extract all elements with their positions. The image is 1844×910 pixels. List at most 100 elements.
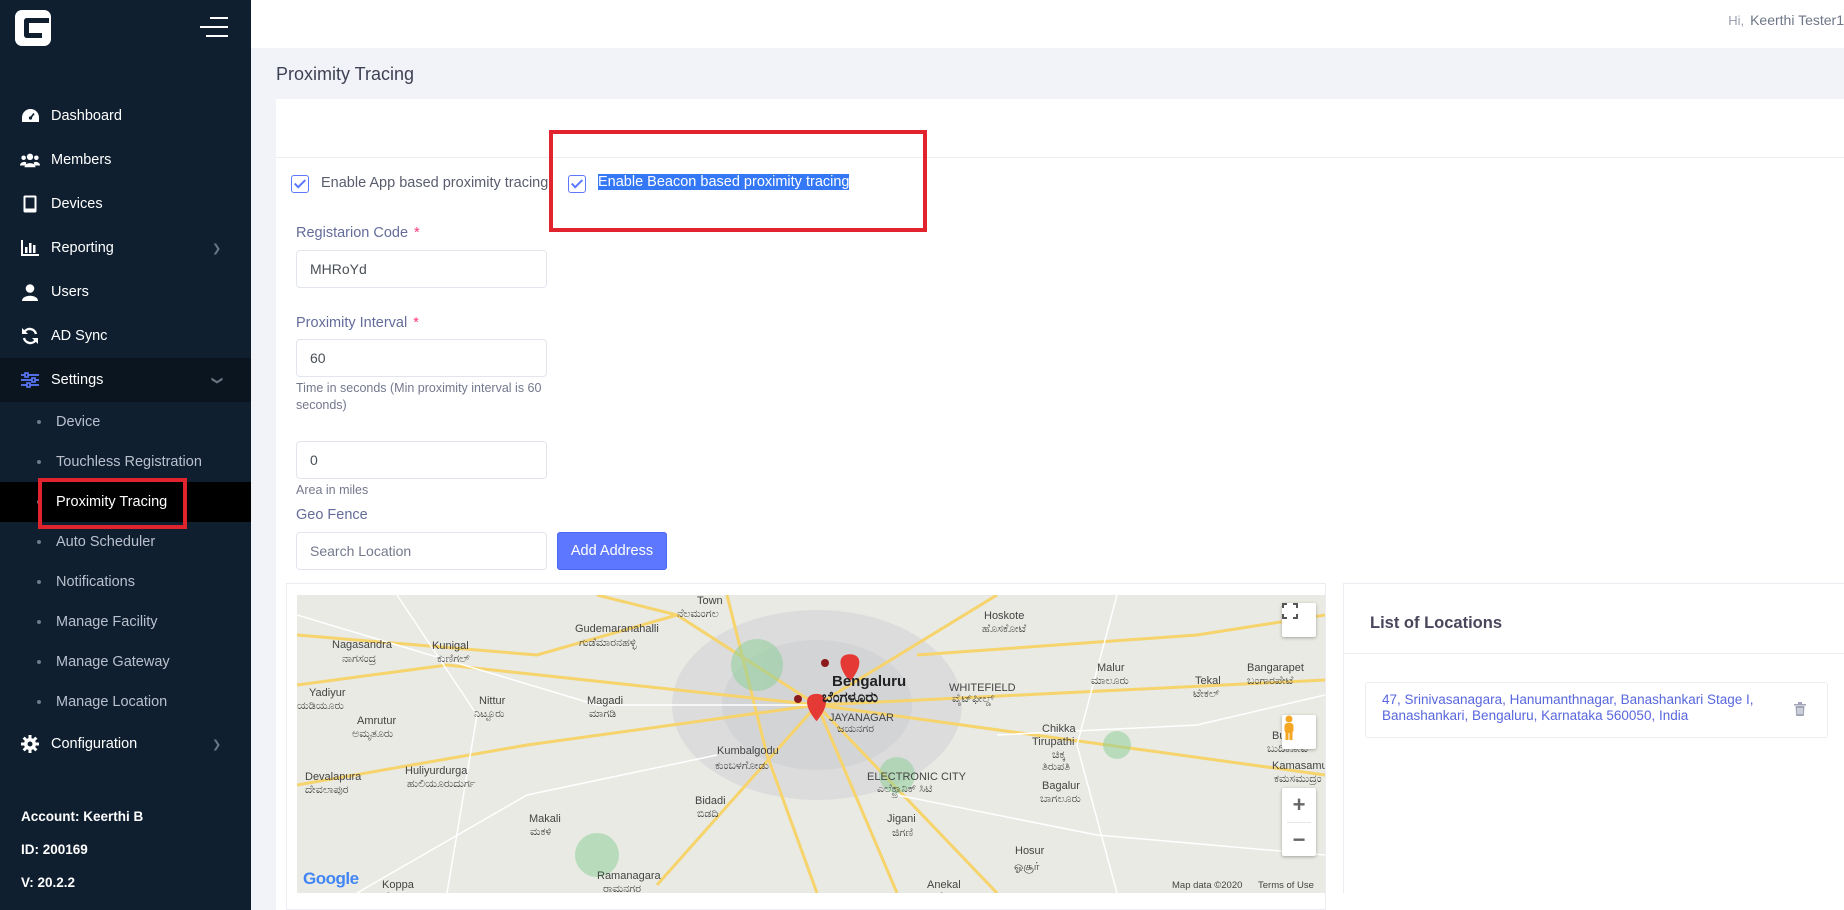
app-version: V: 20.2.2 — [21, 875, 76, 890]
page-title: Proximity Tracing — [276, 64, 415, 84]
user-name: Keerthi Tester1 — [1750, 12, 1844, 28]
sidebar-item-label: Members — [51, 152, 112, 168]
sidebar-item-devices[interactable]: Devices — [0, 182, 251, 226]
app-logo[interactable] — [15, 10, 51, 46]
app-tracing-label[interactable]: Enable App based proximity tracing — [321, 175, 548, 191]
chevron-down-icon: ❯ — [211, 375, 224, 385]
map-place-label: ನಾಗಸಂದ್ರ — [342, 653, 377, 665]
map-place-label: ದೇವಲಾಪುರ — [305, 784, 349, 796]
proximity-interval-label: Proximity Interval * — [296, 315, 419, 331]
registration-code-input[interactable]: MHRoYd — [296, 250, 547, 288]
user-greeting[interactable]: Hi, Keerthi Tester1 — [1728, 12, 1844, 28]
location-address: 47, Srinivasanagara, Hanumanthnagar, Ban… — [1382, 692, 1754, 723]
sidebar-item-members[interactable]: Members — [0, 138, 251, 182]
map-place-label: Devalapura — [305, 771, 362, 783]
map-place-label: ಕುಂಬಳಗೋಡು — [715, 760, 769, 772]
map-place-label: Kamasamudram — [1272, 760, 1325, 772]
map-place-label: Bidadi — [695, 795, 726, 807]
bullet-icon — [37, 580, 41, 584]
map-place-label: ಅಮೃತೂರು — [352, 728, 394, 740]
map-place-label: ನೆಲಮಂಗಲ — [677, 608, 719, 620]
map-place-label: ಗುಡೆಮಾರನಹಳ್ಳಿ — [579, 637, 637, 649]
users-group-icon — [20, 150, 40, 170]
map-place-label: ಯಡಿಯೂರು — [297, 700, 344, 712]
dashboard-icon — [20, 106, 40, 126]
map-place-label: Bangarapet — [1247, 662, 1304, 674]
map-terms-link[interactable]: Terms of Use — [1258, 880, 1314, 891]
sidebar-item-settings[interactable]: Settings ❯ — [0, 358, 251, 402]
search-location-input[interactable]: Search Location — [296, 532, 547, 570]
street-view-icon[interactable] — [1282, 715, 1316, 749]
google-logo: Google — [303, 869, 359, 889]
geo-fence-map[interactable]: Town ನೆಲಮಂಗಲ Gudemaranahalli ಗುಡೆಮಾರನಹಳ್ಳಿ N… — [297, 595, 1325, 893]
sidebar-item-reporting[interactable]: Reporting ❯ — [0, 226, 251, 270]
map-place-label: ಎಲೆಕ್ಟ್ರಾನಿಕ್ ಸಿಟಿ — [877, 783, 933, 795]
map-place-label: ಕೊಪ್ಪ — [384, 891, 404, 893]
map-place-label: Makali — [529, 813, 561, 825]
geo-fence-label: Geo Fence — [296, 507, 368, 523]
map-place-label: Ramanagara — [597, 870, 661, 882]
greeting-text: Hi, — [1728, 13, 1745, 28]
map-place-label: ಕಮಸಮುದ್ರಂ — [1274, 773, 1322, 785]
google-logo-text: Google — [303, 869, 359, 888]
map-place-label: ಕುಣಿಗಲ್ — [437, 653, 470, 665]
map-place-label: Gudemaranahalli — [575, 623, 659, 635]
sidebar-item-dashboard[interactable]: Dashboard — [0, 94, 251, 138]
sidebar-subitem-manage-facility[interactable]: Manage Facility — [0, 602, 251, 642]
sidebar-subitem-notifications[interactable]: Notifications — [0, 562, 251, 602]
zoom-in-button[interactable]: + — [1293, 788, 1306, 822]
sidebar-item-label: Dashboard — [51, 108, 122, 124]
bullet-icon — [37, 660, 41, 664]
fullscreen-icon[interactable] — [1282, 603, 1316, 637]
sidebar-subitem-manage-location[interactable]: Manage Location — [0, 682, 251, 722]
map-place-label: Jigani — [887, 813, 916, 825]
app-tracing-checkbox[interactable] — [291, 175, 309, 193]
chevron-right-icon: ❯ — [212, 242, 222, 255]
map-place-label: Tekal — [1195, 675, 1221, 687]
sidebar-item-label: Reporting — [51, 240, 114, 256]
add-address-button[interactable]: Add Address — [557, 532, 667, 570]
map-place-label: ಆನೇಕಲ್ — [929, 891, 962, 893]
map-place-label: Magadi — [587, 695, 624, 707]
proximity-interval-label-text: Proximity Interval — [296, 315, 408, 331]
map-place-label: Hoskote — [984, 610, 1025, 622]
zoom-controls: + − — [1282, 788, 1316, 856]
map-place-label: ಮಕಳಿ — [530, 826, 552, 838]
required-marker: * — [413, 315, 419, 331]
map-place-label: Chikka — [1042, 723, 1076, 735]
sidebar-subitem-device[interactable]: Device — [0, 402, 251, 442]
zoom-out-button[interactable]: − — [1287, 822, 1311, 856]
sidebar-subitem-manage-gateway[interactable]: Manage Gateway — [0, 642, 251, 682]
sidebar-item-users[interactable]: Users — [0, 270, 251, 314]
trash-icon[interactable] — [1794, 702, 1806, 716]
sidebar-item-ad-sync[interactable]: AD Sync — [0, 314, 251, 358]
proximity-interval-input[interactable]: 60 — [296, 339, 547, 377]
sidebar-item-label: Configuration — [51, 736, 138, 752]
gear-icon — [20, 734, 40, 754]
map-place-label: ELECTRONIC CITY — [867, 771, 967, 783]
tablet-icon — [20, 194, 40, 214]
sidebar-subitem-label: Device — [56, 414, 101, 430]
area-input[interactable]: 0 — [296, 441, 547, 479]
menu-toggle-icon[interactable] — [200, 17, 228, 37]
map-place-label: ಮಾಗಡಿ — [589, 708, 617, 720]
sidebar-subitem-touchless-registration[interactable]: Touchless Registration — [0, 442, 251, 482]
list-item[interactable]: 47, Srinivasanagara, Hanumanthnagar, Ban… — [1365, 682, 1828, 738]
sidebar-item-label: Settings — [51, 372, 104, 388]
map-city-label-kn: ಬೆಂಗಳೂರು — [822, 689, 879, 706]
sidebar-item-label: Devices — [51, 196, 103, 212]
map-place-label: Kunigal — [432, 640, 469, 652]
map-place-label: Tirupathi — [1032, 736, 1075, 748]
sidebar-item-configuration[interactable]: Configuration ❯ — [0, 722, 251, 766]
sidebar-subitem-label: Touchless Registration — [56, 454, 202, 470]
sidebar-subitem-label: Auto Scheduler — [56, 534, 156, 550]
map-place-label: ಜಿಗಣಿ — [892, 827, 914, 839]
locations-title: List of Locations — [1370, 614, 1502, 632]
bullet-icon — [37, 540, 41, 544]
annotation-highlight-beacon — [549, 130, 927, 232]
map-place-label: Yadiyur — [309, 687, 346, 699]
sidebar-item-label: Users — [51, 284, 89, 300]
bullet-icon — [37, 460, 41, 464]
map-place-label: Koppa — [382, 879, 414, 891]
sliders-icon — [20, 370, 40, 390]
